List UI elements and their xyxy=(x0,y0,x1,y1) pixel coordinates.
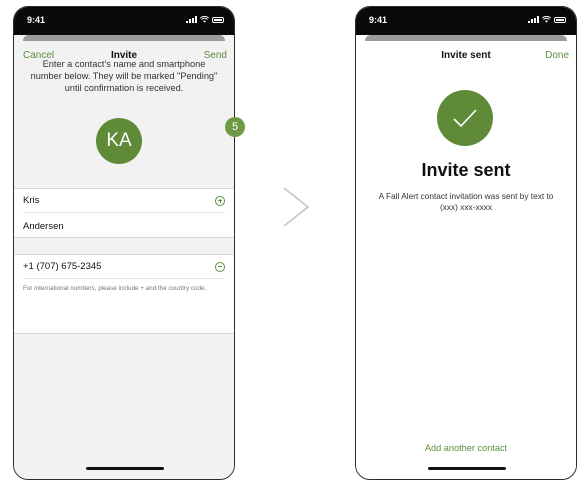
checkmark-icon xyxy=(453,109,477,128)
avatar: KA xyxy=(96,118,142,164)
success-message: A Fall Alert contact invitation was sent… xyxy=(378,191,554,212)
invite-screen: 9:41 Cancel Invite Send Enter a contact'… xyxy=(13,6,235,480)
status-time: 9:41 xyxy=(27,15,46,25)
first-name-field[interactable]: Kris xyxy=(23,189,225,213)
nav-bar: Invite sent Done xyxy=(356,41,576,69)
instruction-text: Enter a contact's name and smartphone nu… xyxy=(30,59,218,93)
status-time: 9:41 xyxy=(369,15,388,25)
signal-icon xyxy=(186,16,197,23)
name-fields: Kris Andersen xyxy=(14,188,234,238)
last-name-field[interactable]: Andersen xyxy=(23,214,225,238)
wifi-icon xyxy=(542,16,551,23)
first-name-value: Kris xyxy=(23,195,40,206)
success-heading: Invite sent xyxy=(421,160,511,180)
phone-number-field[interactable]: +1 (707) 675-2345 xyxy=(23,255,225,279)
battery-icon xyxy=(554,17,566,23)
nav-title: Invite sent xyxy=(441,50,491,61)
status-icons xyxy=(528,16,566,23)
signal-icon xyxy=(528,16,539,23)
chevron-right-icon xyxy=(283,187,310,227)
home-indicator xyxy=(86,467,164,470)
invite-sent-screen: 9:41 Invite sent Done Invite sent A Fall… xyxy=(355,6,577,480)
status-bar: 9:41 xyxy=(14,7,234,35)
add-circle-icon[interactable] xyxy=(215,195,225,206)
step-badge: 5 xyxy=(225,117,245,137)
phone-section: +1 (707) 675-2345 For international numb… xyxy=(14,254,234,334)
status-icons xyxy=(186,16,224,23)
add-another-contact-link[interactable]: Add another contact xyxy=(356,443,576,453)
helper-text: For international numbers, please includ… xyxy=(23,285,207,292)
status-bar: 9:41 xyxy=(356,7,576,35)
battery-icon xyxy=(212,17,224,23)
wifi-icon xyxy=(200,16,209,23)
phone-number-value: +1 (707) 675-2345 xyxy=(23,261,102,272)
home-indicator xyxy=(428,467,506,470)
last-name-value: Andersen xyxy=(23,220,64,232)
success-badge xyxy=(437,90,493,146)
done-button[interactable]: Done xyxy=(545,50,569,61)
remove-circle-icon[interactable] xyxy=(215,261,225,272)
